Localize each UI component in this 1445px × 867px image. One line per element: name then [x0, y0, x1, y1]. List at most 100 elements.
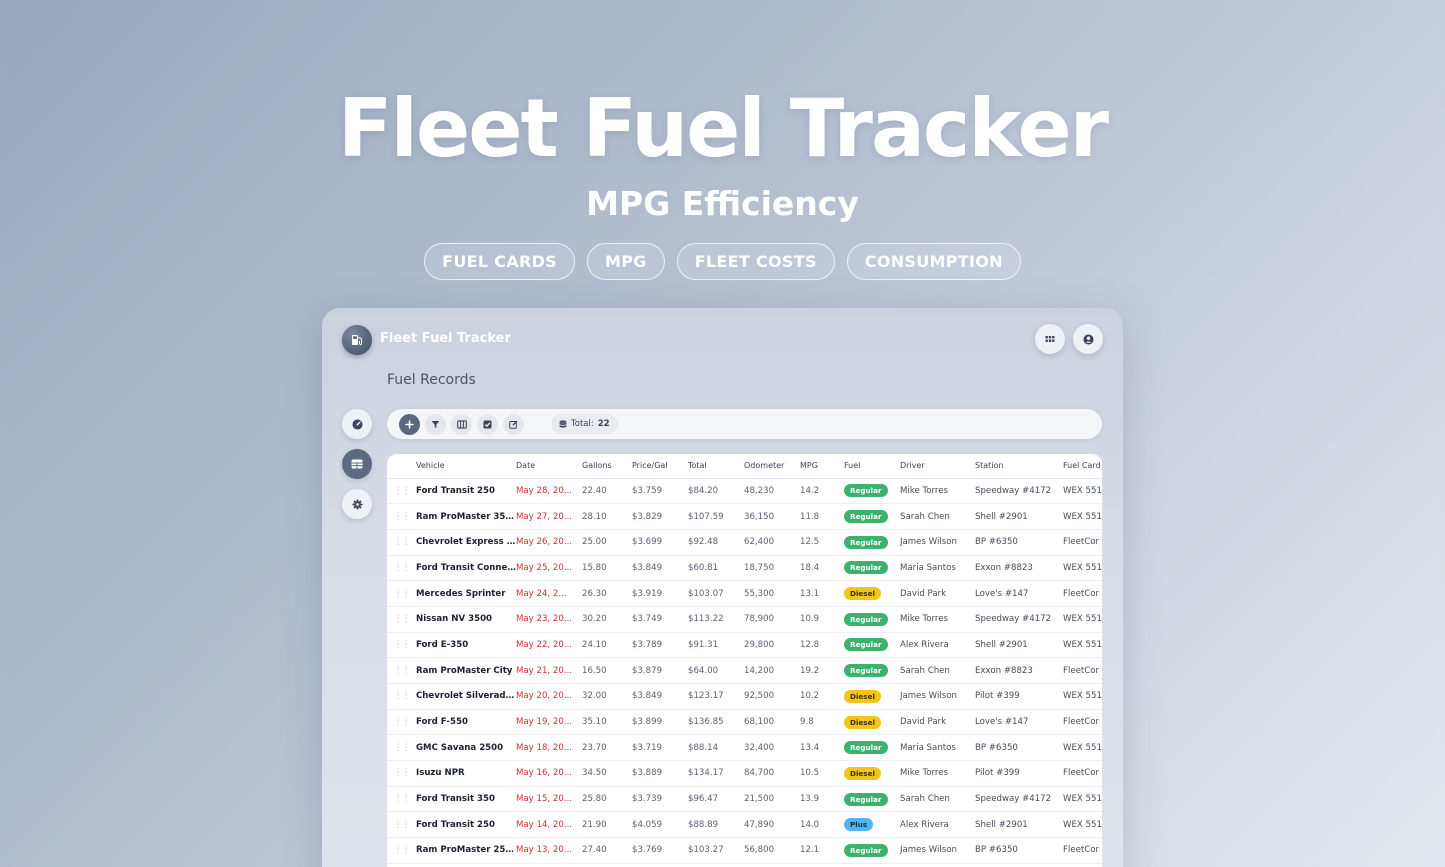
drag-handle-icon[interactable]: ⋮⋮ — [387, 811, 416, 839]
cell-driver: Alex Rivera — [900, 811, 975, 839]
fuel-type-badge: Regular — [844, 843, 888, 857]
fuel-pump-icon[interactable] — [342, 325, 372, 355]
table-row[interactable]: ⋮⋮ Ford Transit Connect May 25, 20... 15.80… — [387, 555, 1102, 582]
cell-fuel-type: Diesel — [844, 580, 900, 607]
drag-handle-icon[interactable]: ⋮⋮ — [387, 657, 416, 684]
hero-title: Fleet Fuel Tracker — [337, 82, 1109, 175]
checkbox-icon[interactable] — [477, 413, 498, 435]
app-window: Fleet Fuel Tracker Fuel Records Total: 2… — [322, 308, 1123, 867]
chip-consumption: CONSUMPTION — [846, 243, 1021, 280]
cell-odometer: 14,200 — [744, 657, 800, 684]
filter-icon[interactable] — [425, 413, 446, 435]
cell-fuel-type: Regular — [844, 786, 900, 813]
drag-handle-icon[interactable]: ⋮⋮ — [387, 529, 416, 556]
drag-handle-icon[interactable]: ⋮⋮ — [387, 632, 416, 659]
cell-total: $113.22 — [688, 606, 744, 633]
table-row[interactable]: ⋮⋮ Ram ProMaster 2500 May 13, 20... 27.40 $3… — [387, 837, 1102, 864]
table-row[interactable]: ⋮⋮ Ram ProMaster City May 21, 20... 16.50 $3… — [387, 657, 1102, 684]
column-header-drag — [387, 454, 416, 479]
cell-mpg: 12.5 — [800, 529, 844, 556]
cell-total: $134.17 — [688, 760, 744, 787]
column-header-driver[interactable]: Driver — [900, 454, 975, 479]
column-header-station[interactable]: Station — [975, 454, 1063, 479]
table-row[interactable]: ⋮⋮ Ram ProMaster 3500 May 27, 20... 28.10 $3… — [387, 503, 1102, 530]
column-header-fuel-card[interactable]: Fuel Card — [1063, 454, 1102, 479]
account-icon[interactable] — [1073, 324, 1103, 354]
drag-handle-icon[interactable]: ⋮⋮ — [387, 683, 416, 710]
cell-odometer: 62,400 — [744, 529, 800, 556]
table-row[interactable]: ⋮⋮ Nissan NV 3500 May 23, 20... 30.20 $3.749… — [387, 606, 1102, 633]
cell-station: Love's #147 — [975, 580, 1063, 607]
table-row[interactable]: ⋮⋮ Ford E-350 May 22, 20... 24.10 $3.789 $91.… — [387, 632, 1102, 659]
feature-chips: FUEL CARDS MPG FLEET COSTS CONSUMPTION — [0, 243, 1445, 280]
dashboard-gauge-icon[interactable] — [342, 409, 372, 439]
cell-fuel-card: WEX 5519 — [1063, 555, 1102, 582]
column-header-odometer[interactable]: Odometer — [744, 454, 800, 479]
drag-handle-icon[interactable]: ⋮⋮ — [387, 709, 416, 736]
cell-date: May 15, 20... — [516, 786, 582, 813]
drag-handle-icon[interactable]: ⋮⋮ — [387, 837, 416, 864]
drag-handle-icon[interactable]: ⋮⋮ — [387, 580, 416, 607]
cell-vehicle: Ford E-350 — [416, 632, 516, 659]
cell-fuel-card: WEX 5519 — [1063, 786, 1102, 813]
table-row[interactable]: ⋮⋮ Mercedes Sprinter May 24, 2... 26.30 $3.9… — [387, 580, 1102, 607]
table-row[interactable]: ⋮⋮ Ford F-550 May 19, 20... 35.10 $3.899 $136… — [387, 709, 1102, 736]
column-header-vehicle[interactable]: Vehicle — [416, 454, 516, 479]
cell-odometer: 36,150 — [744, 503, 800, 530]
cell-gallons: 32.00 — [582, 683, 632, 710]
column-header-gallons[interactable]: Gallons — [582, 454, 632, 479]
cell-vehicle: Mercedes Sprinter — [416, 580, 516, 607]
fuel-type-badge: Regular — [844, 792, 888, 806]
cell-fuel-card: WEX 5519 — [1063, 606, 1102, 633]
cell-gallons: 16.50 — [582, 657, 632, 684]
cell-vehicle: Ram ProMaster 3500 — [416, 503, 516, 530]
drag-handle-icon[interactable]: ⋮⋮ — [387, 555, 416, 582]
cell-station: Speedway #4172 — [975, 606, 1063, 633]
cell-driver: Sarah Chen — [900, 657, 975, 684]
column-header-total[interactable]: Total — [688, 454, 744, 479]
cell-station: Shell #2901 — [975, 811, 1063, 839]
cell-date: May 27, 20... — [516, 503, 582, 530]
table-row[interactable]: ⋮⋮ Isuzu NPR May 16, 20... 34.50 $3.889 $134.… — [387, 760, 1102, 787]
cell-price-per-gallon: $3.849 — [632, 683, 688, 710]
cell-mpg: 14.0 — [800, 811, 844, 839]
plus-icon[interactable] — [399, 413, 420, 435]
cell-gallons: 34.50 — [582, 760, 632, 787]
columns-icon[interactable] — [451, 413, 472, 435]
cell-driver: Mike Torres — [900, 606, 975, 633]
grid-icon[interactable] — [1035, 324, 1065, 354]
edit-icon[interactable] — [503, 413, 524, 435]
cell-gallons: 23.70 — [582, 734, 632, 762]
drag-handle-icon[interactable]: ⋮⋮ — [387, 503, 416, 530]
column-header-date[interactable]: Date — [516, 454, 582, 479]
section-title: Fuel Records — [387, 372, 476, 388]
cell-price-per-gallon: $3.889 — [632, 760, 688, 787]
drag-handle-icon[interactable]: ⋮⋮ — [387, 734, 416, 762]
table-row[interactable]: ⋮⋮ Chevrolet Silverado... May 20, 20... 32.… — [387, 683, 1102, 710]
drag-handle-icon[interactable]: ⋮⋮ — [387, 760, 416, 787]
column-header-mpg[interactable]: MPG — [800, 454, 844, 479]
column-header-fuel[interactable]: Fuel — [844, 454, 900, 479]
cell-fuel-type: Regular — [844, 657, 900, 684]
settings-gear-icon[interactable] — [342, 489, 372, 519]
drag-handle-icon[interactable]: ⋮⋮ — [387, 478, 416, 505]
cell-station: Shell #2901 — [975, 632, 1063, 659]
drag-handle-icon[interactable]: ⋮⋮ — [387, 786, 416, 813]
fuel-type-badge: Diesel — [844, 766, 881, 780]
total-value: 22 — [597, 419, 610, 429]
cell-odometer: 32,400 — [744, 734, 800, 762]
cell-gallons: 27.40 — [582, 837, 632, 864]
table-icon[interactable] — [342, 449, 372, 479]
table-row[interactable]: ⋮⋮ Ford Transit 250 May 28, 20... 22.40 $3.7… — [387, 478, 1102, 505]
table-row[interactable]: ⋮⋮ Chevrolet Express 2... May 26, 20... 25.… — [387, 529, 1102, 556]
cell-fuel-type: Diesel — [844, 683, 900, 710]
cell-gallons: 25.00 — [582, 529, 632, 556]
column-header-price[interactable]: Price/Gal — [632, 454, 688, 479]
table-row[interactable]: ⋮⋮ GMC Savana 2500 May 18, 20... 23.70 $3.71… — [387, 734, 1102, 762]
drag-handle-icon[interactable]: ⋮⋮ — [387, 606, 416, 633]
table-row[interactable]: ⋮⋮ Ford Transit 350 May 15, 20... 25.80 $3.7… — [387, 786, 1102, 813]
fuel-type-badge: Diesel — [844, 689, 881, 703]
table-row[interactable]: ⋮⋮ Ford Transit 250 May 14, 20... 21.90 $4.0… — [387, 811, 1102, 839]
hero-subtitle: MPG Efficiency — [586, 184, 859, 223]
fuel-type-badge: Diesel — [844, 587, 881, 601]
